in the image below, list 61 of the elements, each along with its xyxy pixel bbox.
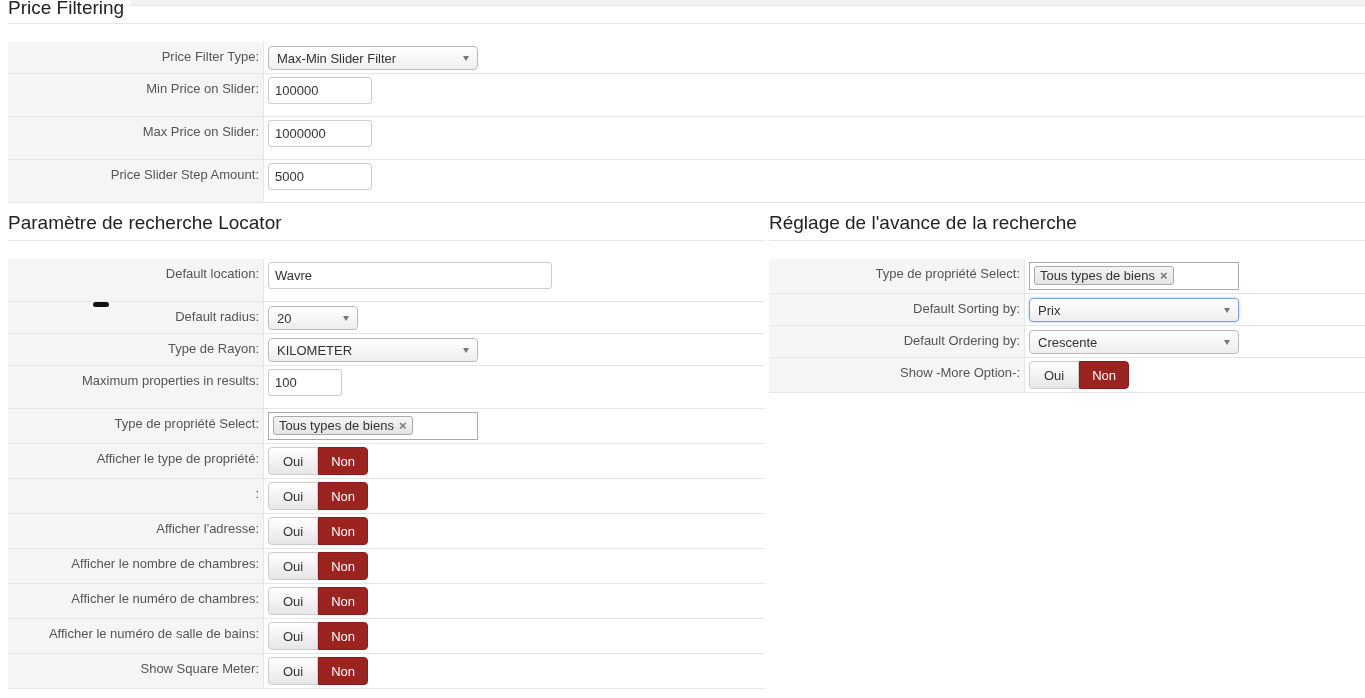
field-label: Type de propriété Select: <box>875 266 1020 281</box>
tag-field[interactable]: Tous types de biens × <box>268 412 478 440</box>
toggle-option[interactable]: Non <box>318 517 369 545</box>
field-label: Default Sorting by: <box>913 301 1020 316</box>
remove-tag-button[interactable]: × <box>1159 268 1168 283</box>
field-label: Min Price on Slider: <box>146 81 259 96</box>
toggle-option[interactable]: Non <box>318 657 369 685</box>
toggle-option[interactable]: Oui <box>268 517 319 545</box>
toggle-option[interactable]: Oui <box>268 552 319 580</box>
field-label: Afficher l'adresse: <box>156 521 259 536</box>
toggle-option[interactable]: Non <box>318 587 369 615</box>
field-label: : <box>255 486 259 501</box>
field-label: Max Price on Slider: <box>142 124 259 139</box>
section-heading: Réglage de l'avance de la recherche <box>769 212 1365 241</box>
text-field[interactable]: 100000 <box>268 77 372 104</box>
caret-icon <box>463 55 469 61</box>
dropdown[interactable]: Prix <box>1029 298 1239 322</box>
field-label: Price Slider Step Amount: <box>110 167 259 182</box>
field-label: Maximum properties in results: <box>82 373 259 388</box>
toggle-option[interactable]: Non <box>318 447 369 475</box>
caret-icon <box>1224 339 1230 345</box>
caret-icon <box>1224 307 1230 313</box>
text-field[interactable]: 1000000 <box>268 120 372 147</box>
field-label: Price Filter Type: <box>161 49 259 64</box>
field-label: Show Square Meter: <box>140 661 259 676</box>
caret-icon <box>343 315 349 321</box>
field-label: Afficher le type de propriété: <box>96 451 259 466</box>
tag-field[interactable]: Tous types de biens × <box>1029 262 1239 290</box>
toggle-option[interactable]: Oui <box>268 622 319 650</box>
tag-label: Tous types de biens <box>1040 268 1155 283</box>
section-heading: Paramètre de recherche Locator <box>8 212 765 241</box>
field-label: Afficher le nombre de chambres: <box>71 556 259 571</box>
toggle-option[interactable]: Oui <box>268 657 319 685</box>
caret-icon <box>463 347 469 353</box>
field-label: Default Ordering by: <box>903 333 1020 348</box>
field-label: Afficher le numéro de salle de bains: <box>48 626 259 641</box>
toggle-option[interactable]: Oui <box>1029 361 1080 389</box>
field-label: Type de propriété Select: <box>114 416 259 431</box>
dropdown[interactable]: Crescente <box>1029 330 1239 354</box>
toggle-option[interactable]: Oui <box>268 447 319 475</box>
toggle-option[interactable]: Non <box>318 482 369 510</box>
dropdown[interactable]: Max-Min Slider Filter <box>268 46 478 70</box>
dropdown[interactable]: KILOMETER <box>268 338 478 362</box>
remove-tag-button[interactable]: × <box>398 418 407 433</box>
toggle-option[interactable]: Non <box>1079 361 1130 389</box>
field-label: Show -More Option-: <box>900 365 1020 380</box>
field-label: Default radius: <box>175 309 259 324</box>
text-field[interactable]: Wavre <box>268 262 552 289</box>
field-label: Default location: <box>165 266 259 281</box>
field-label: Type de Rayon: <box>167 341 259 356</box>
tag-label: Tous types de biens <box>279 418 394 433</box>
text-field[interactable]: 5000 <box>268 163 372 190</box>
toggle-option[interactable]: Oui <box>268 587 319 615</box>
toggle-option[interactable]: Oui <box>268 482 319 510</box>
text-field[interactable]: 100 <box>268 369 342 396</box>
field-label: Afficher le numéro de chambres: <box>71 591 259 606</box>
section-heading: Price Filtering <box>8 0 1365 24</box>
toggle-option[interactable]: Non <box>318 552 369 580</box>
toggle-option[interactable]: Non <box>318 622 369 650</box>
dropdown[interactable]: 20 <box>268 306 358 330</box>
dash-mark <box>93 302 109 307</box>
